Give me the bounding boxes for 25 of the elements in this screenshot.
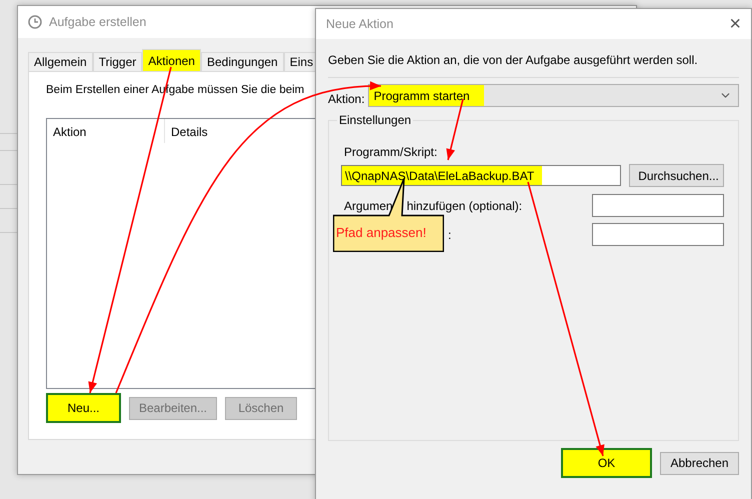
arguments-field[interactable]: [592, 194, 724, 217]
dialog-button[interactable]: Neu...: [46, 393, 121, 423]
dialog-button[interactable]: OK: [561, 448, 652, 478]
field-label: Argumen: [344, 198, 393, 212]
arrow: [446, 98, 464, 160]
window-title: Neue Aktion: [326, 17, 394, 31]
tab[interactable]: Aktionen: [142, 49, 201, 71]
close-button[interactable]: ×: [729, 14, 741, 34]
browse-button[interactable]: Durchsuchen...: [629, 164, 724, 187]
field-label: Programm/Skript:: [344, 145, 438, 159]
field-label: hinzufügen (optional):: [406, 198, 522, 212]
window-title: Aufgabe erstellen: [49, 15, 146, 29]
dialog-button[interactable]: Abbrechen: [660, 452, 739, 474]
tab[interactable]: Bedingungen: [200, 52, 284, 71]
tab[interactable]: Trigger: [92, 52, 142, 71]
instruction-text: Geben Sie die Aktion an, die von der Aufgabe ausgeführt werden soll.: [328, 53, 698, 67]
start-folder-field[interactable]: [592, 223, 724, 246]
tab[interactable]: Allgemein: [28, 52, 93, 71]
column-header[interactable]: Aktion: [47, 119, 165, 143]
action-dropdown[interactable]: Programm starten: [368, 84, 739, 107]
action-label: Aktion:: [328, 90, 365, 106]
clock-icon: [28, 15, 42, 29]
callout-text: Pfad anpassen!: [336, 225, 426, 240]
field-label: :: [448, 228, 452, 242]
program-field[interactable]: \\QnapNAS\Data\EleLaBackup.BAT: [341, 165, 622, 186]
